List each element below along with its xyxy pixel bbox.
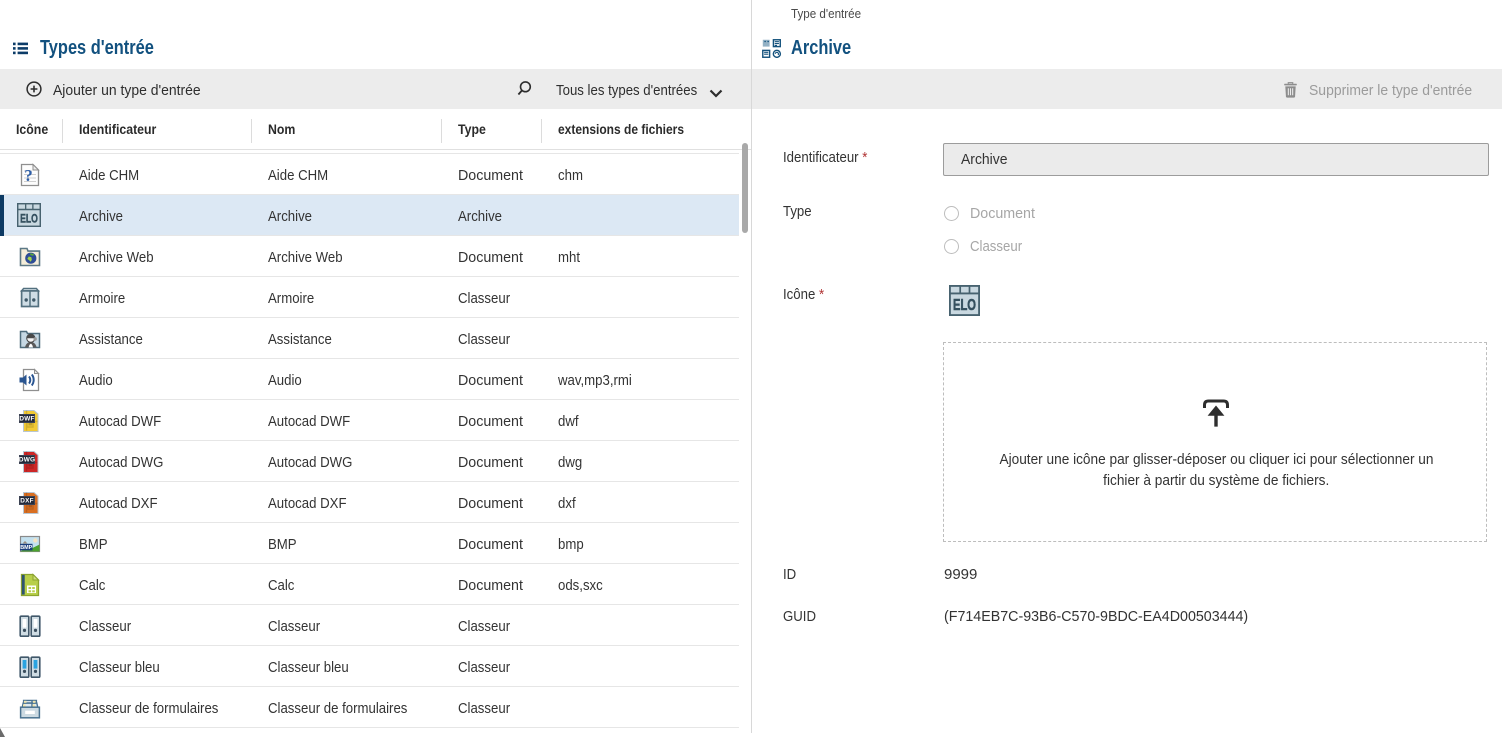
svg-text:DWG: DWG — [19, 457, 35, 464]
svg-text:BMP: BMP — [20, 545, 32, 551]
svg-text:DWF: DWF — [19, 416, 34, 423]
svg-text:ELO: ELO — [953, 297, 976, 314]
svg-text:DXF: DXF — [20, 498, 33, 505]
svg-text:?: ? — [24, 166, 33, 185]
svg-text:ELO: ELO — [20, 212, 38, 226]
